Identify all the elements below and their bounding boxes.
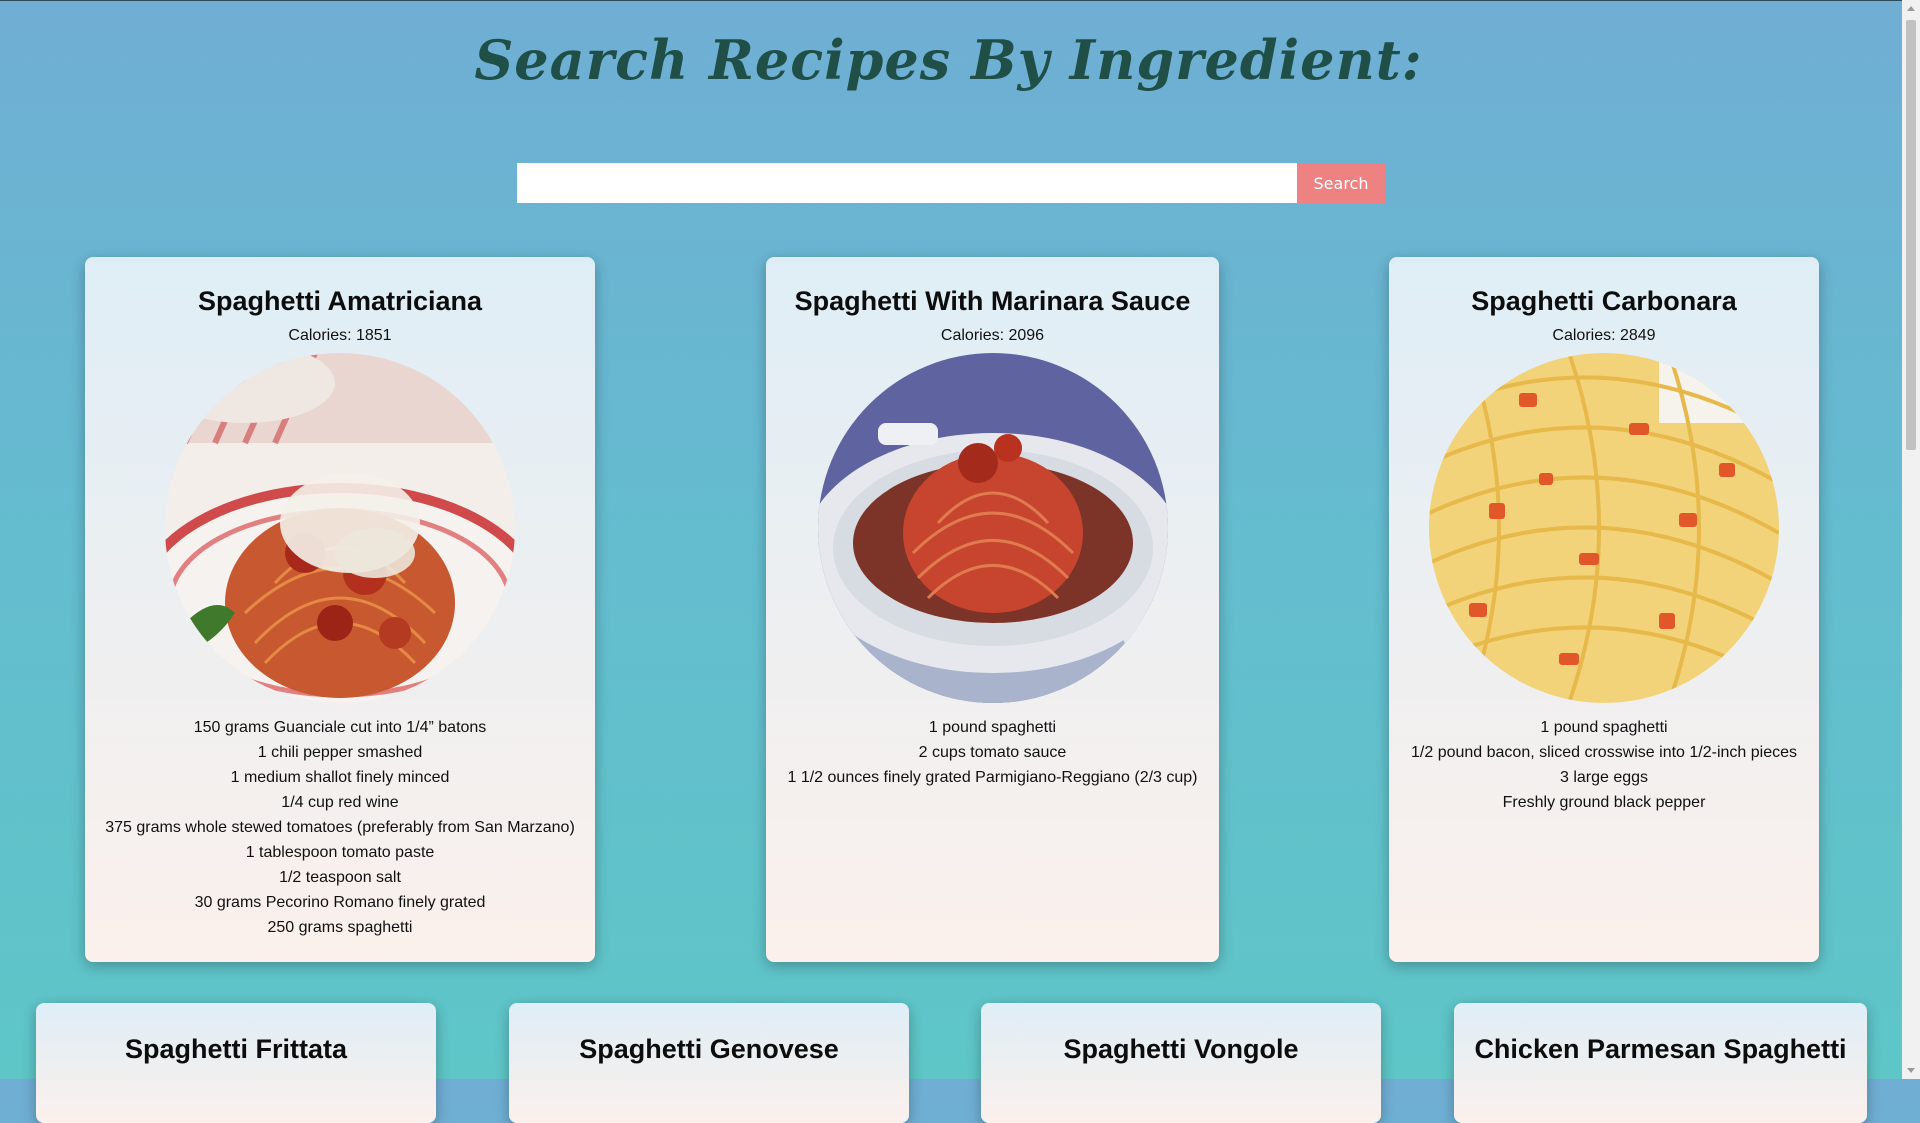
page: Search Recipes By Ingredient: Search Spa… xyxy=(0,0,1902,1123)
ingredient-item: 1 1/2 ounces finely grated Parmigiano-Re… xyxy=(787,769,1198,787)
recipe-title: Spaghetti Frittata xyxy=(124,1034,347,1064)
ingredient-item: Freshly ground black pepper xyxy=(1502,794,1706,812)
ingredient-list: 1 pound spaghetti 1/2 pound bacon, slice… xyxy=(1389,715,1819,815)
ingredient-item: 1 medium shallot finely minced xyxy=(230,769,450,787)
recipe-card[interactable]: Spaghetti Frittata xyxy=(36,1003,436,1123)
ingredient-list: 150 grams Guanciale cut into 1/4” batons… xyxy=(85,715,595,940)
ingredient-item: 1/2 pound bacon, sliced crosswise into 1… xyxy=(1411,744,1797,762)
vertical-scrollbar[interactable] xyxy=(1902,0,1920,1079)
ingredient-item: 30 grams Pecorino Romano finely grated xyxy=(194,894,486,912)
scroll-up-arrow-icon[interactable] xyxy=(1907,6,1915,11)
recipe-image xyxy=(165,353,515,704)
scroll-down-arrow-icon[interactable] xyxy=(1907,1068,1915,1073)
search-bar: Search xyxy=(517,163,1385,203)
ingredient-item: 3 large eggs xyxy=(1559,769,1649,787)
ingredient-item: 2 cups tomato sauce xyxy=(918,744,1067,762)
recipe-card[interactable]: Chicken Parmesan Spaghetti xyxy=(1454,1003,1867,1123)
recipe-title: Spaghetti Genovese xyxy=(579,1034,839,1064)
recipe-card[interactable]: Spaghetti Carbonara Calories: 2849 1 pou… xyxy=(1389,257,1819,962)
ingredient-item: 1 tablespoon tomato paste xyxy=(245,844,435,862)
ingredient-item: 1 pound spaghetti xyxy=(1540,719,1668,737)
ingredient-list: 1 pound spaghetti 2 cups tomato sauce 1 … xyxy=(766,715,1219,790)
recipe-card[interactable]: Spaghetti Vongole xyxy=(981,1003,1381,1123)
recipe-card[interactable]: Spaghetti Amatriciana Calories: 1851 150… xyxy=(85,257,595,962)
recipe-card[interactable]: Spaghetti Genovese xyxy=(509,1003,909,1123)
ingredient-item: 250 grams spaghetti xyxy=(267,919,413,937)
ingredient-item: 1/4 cup red wine xyxy=(281,794,399,812)
recipe-title: Spaghetti Amatriciana xyxy=(197,286,483,316)
recipe-title: Spaghetti With Marinara Sauce xyxy=(794,286,1191,316)
ingredient-item: 1/2 teaspoon salt xyxy=(279,869,401,887)
ingredient-item: 1 pound spaghetti xyxy=(928,719,1057,737)
ingredient-item: 375 grams whole stewed tomatoes (prefera… xyxy=(105,819,575,837)
ingredient-item: 150 grams Guanciale cut into 1/4” batons xyxy=(193,719,487,737)
recipe-calories: Calories: 1851 xyxy=(288,327,392,345)
page-title: Search Recipes By Ingredient: xyxy=(474,28,1423,92)
ingredient-item: 1 chili pepper smashed xyxy=(257,744,423,762)
recipe-calories: Calories: 2096 xyxy=(940,327,1045,345)
recipe-title: Spaghetti Carbonara xyxy=(1471,286,1737,316)
recipe-card[interactable]: Spaghetti With Marinara Sauce Calories: … xyxy=(766,257,1219,962)
search-input[interactable] xyxy=(517,163,1297,203)
scrollbar-thumb[interactable] xyxy=(1906,20,1916,450)
search-button[interactable]: Search xyxy=(1297,163,1385,203)
recipe-title: Chicken Parmesan Spaghetti xyxy=(1474,1034,1847,1064)
recipe-calories: Calories: 2849 xyxy=(1552,327,1656,345)
recipe-title: Spaghetti Vongole xyxy=(1063,1034,1299,1064)
recipe-image xyxy=(1429,353,1779,704)
recipe-image xyxy=(817,353,1168,704)
